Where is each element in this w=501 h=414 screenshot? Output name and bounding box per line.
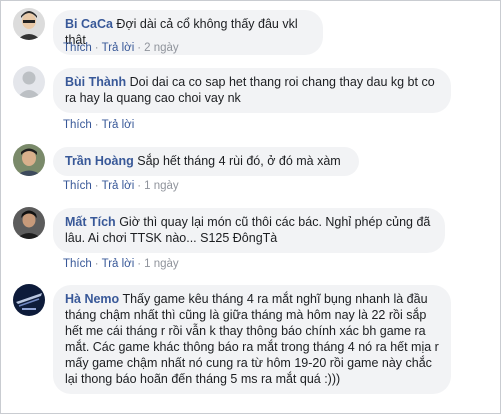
- avatar[interactable]: [13, 207, 45, 239]
- comment-actions: Thích · Trả lời: [63, 119, 135, 131]
- like-link[interactable]: Thích: [63, 42, 92, 54]
- comment-bubble: Trần Hoàng Sắp hết tháng 4 rùi đó, ở đó …: [53, 147, 359, 176]
- commenter-name[interactable]: Bùi Thành: [65, 75, 126, 89]
- comment-actions: Thích · Trả lời · 1 ngày: [63, 258, 179, 270]
- avatar[interactable]: [13, 8, 45, 40]
- avatar[interactable]: [13, 66, 45, 98]
- like-link[interactable]: Thích: [63, 258, 92, 270]
- comment-actions: Thích · Trả lời · 2 ngày: [63, 42, 179, 54]
- comment-actions: Thích · Trả lời · 1 ngày: [63, 180, 179, 192]
- reply-link[interactable]: Trả lời: [102, 180, 135, 192]
- commenter-name[interactable]: Hà Nemo: [65, 292, 119, 306]
- comment-text: Thấy game kêu tháng 4 ra mắt nghĩ bụng n…: [65, 292, 439, 386]
- reply-link[interactable]: Trả lời: [102, 119, 135, 131]
- commenter-name[interactable]: Bi CaCa: [65, 17, 113, 31]
- avatar[interactable]: [13, 144, 45, 176]
- timestamp[interactable]: 1 ngày: [144, 180, 179, 192]
- comment-bubble: Bùi Thành Doi dai ca co sap het thang ro…: [53, 68, 451, 113]
- like-link[interactable]: Thích: [63, 119, 92, 131]
- reply-link[interactable]: Trả lời: [102, 42, 135, 54]
- reply-link[interactable]: Trả lời: [102, 258, 135, 270]
- commenter-name[interactable]: Mất Tích: [65, 215, 116, 229]
- comment-bubble: Mất Tích Giờ thì quay lại món cũ thôi cá…: [53, 208, 445, 253]
- comment-text: Giờ thì quay lại món cũ thôi các bác. Ng…: [65, 215, 431, 245]
- timestamp[interactable]: 1 ngày: [144, 258, 179, 270]
- comments-panel: Bi CaCa Đợi dài cả cổ không thấy đâu vkl…: [0, 0, 501, 414]
- comment-bubble: Hà Nemo Thấy game kêu tháng 4 ra mắt ngh…: [53, 285, 451, 394]
- commenter-name[interactable]: Trần Hoàng: [65, 154, 134, 168]
- like-link[interactable]: Thích: [63, 180, 92, 192]
- avatar[interactable]: [13, 284, 45, 316]
- comment-text: Sắp hết tháng 4 rùi đó, ở đó mà xàm: [137, 154, 341, 168]
- timestamp[interactable]: 2 ngày: [144, 42, 179, 54]
